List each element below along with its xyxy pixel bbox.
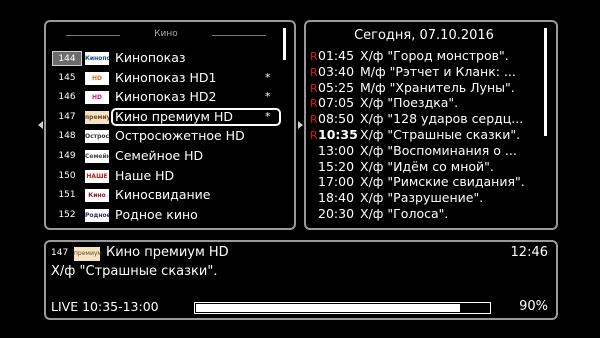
program-title: Х/ф "Разрушение". <box>360 190 484 206</box>
channel-logo: НАШЕ <box>85 169 109 183</box>
channel-name: Кино премиум HD <box>115 108 233 124</box>
channel-name: Кинопоказ <box>115 50 186 65</box>
epg-program-row[interactable]: R08:50 Х/ф "128 ударов сердц... <box>310 111 542 126</box>
program-title: Х/ф "Римские свидания". <box>360 174 525 190</box>
program-start-time: 20:30 <box>318 206 355 221</box>
channel-name: Остросюжетное HD <box>115 128 245 144</box>
scroll-left-arrow-icon[interactable] <box>38 121 43 129</box>
channel-logo: Кино <box>85 189 109 203</box>
info-channel-logo: премиум <box>74 247 102 261</box>
program-start-time: 03:40 <box>318 63 355 79</box>
progress-percent: 90% <box>519 299 548 314</box>
epg-scrollbar[interactable] <box>544 28 547 136</box>
channel-number: 152 <box>58 209 76 220</box>
channel-number: 150 <box>58 170 76 181</box>
channel-logo: Семейное <box>85 150 109 163</box>
record-icon: R <box>310 50 318 63</box>
epg-date: Сегодня, 07.10.2016 <box>354 28 494 43</box>
epg-panel: Сегодня, 07.10.2016 R01:45 Х/ф "Город мон… <box>304 20 558 230</box>
program-start-time: 07:05 <box>318 95 355 111</box>
channel-number: 151 <box>58 190 76 201</box>
channel-name: Киносвидание <box>115 187 211 203</box>
channel-row[interactable]: 144КинопоказКинопоказ <box>52 49 278 67</box>
channel-row[interactable]: 146 HD Кинопоказ HD2 * <box>52 88 278 106</box>
program-start-time: 18:40 <box>318 190 355 206</box>
channel-logo: HD <box>85 71 109 85</box>
favorite-star-icon: * <box>265 70 271 84</box>
channel-logo: премиум <box>85 110 109 124</box>
channel-number: 145 <box>58 72 76 83</box>
channel-group-title: Кино <box>56 29 276 39</box>
channel-row[interactable]: 151 Кино Киносвидание <box>52 186 278 204</box>
program-title: М/ф "Рэтчет и Кланк: ... <box>360 63 516 79</box>
program-start-time: 13:00 <box>318 142 355 158</box>
program-title: Х/ф "Идём со мной". <box>360 158 494 174</box>
epg-program-row[interactable]: R03:40 М/ф "Рэтчет и Кланк: ... <box>310 64 542 79</box>
epg-program-row[interactable]: R05:25 М/ф "Хранитель Луны". <box>310 80 542 95</box>
channel-number: 149 <box>58 151 76 161</box>
program-start-time: 05:25 <box>318 79 355 95</box>
channel-list-scrollbar[interactable] <box>283 28 286 60</box>
channel-name: Кинопоказ HD1 <box>115 69 217 85</box>
epg-program-row[interactable]: R10:35 Х/ф "Страшные сказки". <box>310 127 542 142</box>
program-title: Х/ф "Воспоминания о ... <box>360 142 517 158</box>
channel-row[interactable]: 145 HD Кинопоказ HD1 * <box>52 69 278 87</box>
record-icon: R <box>310 113 318 127</box>
record-icon: R <box>310 129 318 142</box>
program-title: Х/ф "128 ударов сердц... <box>360 111 524 127</box>
program-progress-fill <box>196 304 460 312</box>
epg-program-row[interactable]: 13:00 Х/ф "Воспоминания о ... <box>310 143 542 158</box>
epg-program-row[interactable]: 17:00 Х/ф "Римские свидания". <box>310 174 542 189</box>
channel-row[interactable]: 147 премиум Кино премиум HD * <box>52 107 281 126</box>
channel-number: 148 <box>58 131 76 142</box>
epg-program-row[interactable]: 20:30 Х/ф "Голоса". <box>310 206 542 221</box>
program-title: Х/ф "Страшные сказки". <box>360 127 521 142</box>
record-icon: R <box>310 65 318 79</box>
channel-logo: Остросюж. <box>85 130 109 144</box>
clock: 12:46 <box>510 245 548 260</box>
channel-number: 147 <box>58 111 76 122</box>
current-program-title: Х/ф "Страшные сказки". <box>51 264 218 279</box>
channel-number: 146 <box>58 92 76 103</box>
scroll-right-arrow-icon[interactable] <box>298 121 303 129</box>
channel-number: 144 <box>52 51 82 66</box>
program-title: Х/ф "Голоса". <box>360 206 449 221</box>
channel-logo: Родное <box>85 208 109 222</box>
channel-logo: Кинопоказ <box>85 52 109 65</box>
program-title: Х/ф "Город монстров". <box>360 48 509 63</box>
channel-row[interactable]: 152 Родное Родное кино <box>52 206 278 224</box>
program-start-time: 01:45 <box>318 48 355 63</box>
info-channel-name: Кино премиум HD <box>106 245 229 260</box>
channel-list-panel: Кино 144КинопоказКинопоказ145HDКинопоказ… <box>44 20 296 230</box>
program-start-time: 15:20 <box>318 158 355 174</box>
live-time-range: LIVE 10:35-13:00 <box>51 299 159 314</box>
favorite-star-icon: * <box>265 109 271 123</box>
channel-name: Кинопоказ HD2 <box>115 89 217 105</box>
now-playing-panel: 147 премиум Кино премиум HD 12:46 Х/ф "С… <box>44 240 558 320</box>
program-start-time: 08:50 <box>318 111 355 127</box>
record-icon: R <box>310 97 318 111</box>
channel-logo: HD <box>85 91 109 105</box>
channel-name: Семейное HD <box>115 148 204 163</box>
record-icon: R <box>310 81 318 95</box>
epg-program-row[interactable]: R01:45 Х/ф "Город монстров". <box>310 48 542 63</box>
program-start-time: 17:00 <box>318 174 355 190</box>
program-title: Х/ф "Поездка". <box>360 95 459 111</box>
epg-program-row[interactable]: 15:20 Х/ф "Идём со мной". <box>310 159 542 174</box>
channel-row[interactable]: 148 Остросюж. Остросюжетное HD <box>52 127 278 145</box>
program-title: М/ф "Хранитель Луны". <box>360 79 515 95</box>
favorite-star-icon: * <box>265 90 271 104</box>
info-channel-number: 147 <box>51 248 69 258</box>
channel-row[interactable]: 149 Семейное Семейное HD <box>52 147 278 165</box>
channel-name: Родное кино <box>115 206 198 222</box>
channel-row[interactable]: 150 НАШЕ Наше HD <box>52 167 278 185</box>
epg-program-row[interactable]: 18:40 Х/ф "Разрушение". <box>310 190 542 205</box>
program-start-time: 10:35 <box>318 127 358 142</box>
epg-program-row[interactable]: R07:05 Х/ф "Поездка". <box>310 95 542 110</box>
program-progress-bar <box>194 302 491 314</box>
channel-name: Наше HD <box>115 167 175 183</box>
